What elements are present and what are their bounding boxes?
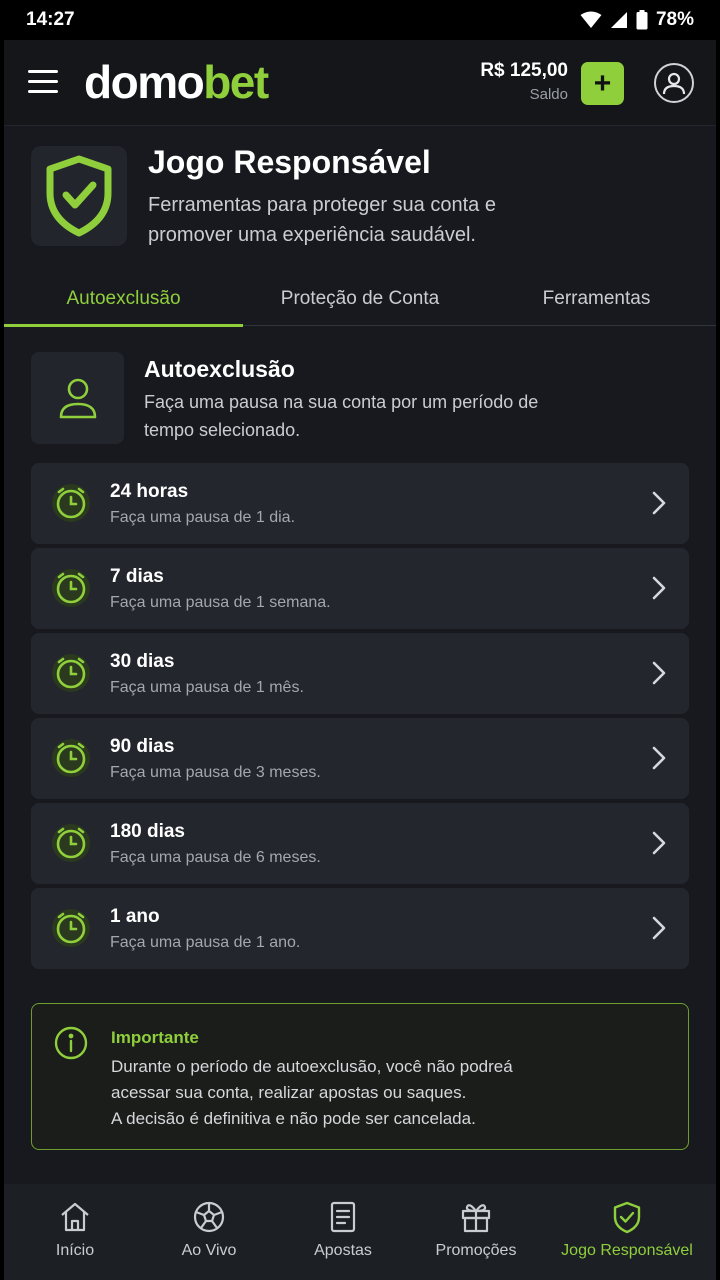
notice-title: Importante [111,1028,199,1047]
soccer-ball-icon [193,1201,225,1233]
balance-label: Saldo [529,86,568,103]
tab-label: Autoexclusão [66,288,181,309]
chevron-right-icon [652,916,666,940]
exclusion-options-list: 24 horas Faça uma pausa de 1 dia. 7 dias… [31,463,689,973]
wifi-icon [580,11,602,28]
info-icon [54,1026,88,1060]
chevron-right-icon [652,491,666,515]
tab-label: Proteção de Conta [280,288,440,309]
option-description: Faça uma pausa de 1 dia. [110,509,296,526]
timer-icon [52,909,90,947]
notice-line: Durante o período de autoexclusão, você … [111,1057,513,1076]
timer-icon [52,824,90,862]
timer-icon [52,654,90,692]
self-exclusion-badge [31,352,124,444]
nav-promocoes[interactable]: Promoções [414,1184,538,1280]
chevron-right-icon [652,746,666,770]
app-header: domobet R$ 125,00 Saldo + [4,40,716,126]
page-title: Jogo Responsável [148,144,431,180]
battery-icon [636,10,648,30]
tab-autoexclusao[interactable]: Autoexclusão [4,272,243,327]
option-description: Faça uma pausa de 1 mês. [110,679,304,696]
option-description: Faça uma pausa de 3 meses. [110,764,321,781]
notice-line: acessar sua conta, realizar apostas ou s… [111,1083,467,1102]
nav-label: Início [55,1242,95,1259]
bottom-navigation: Início Ao Vivo Apostas Promoções Jogo Re… [4,1184,716,1280]
home-icon [61,1202,89,1232]
option-title: 90 dias [110,736,175,757]
option-description: Faça uma pausa de 1 ano. [110,934,301,951]
timer-icon [52,569,90,607]
betslip-icon [330,1201,356,1233]
section-subtitle: Faça uma pausa na sua conta por um perío… [144,392,539,440]
tab-protecao-de-conta[interactable]: Proteção de Conta [243,272,477,326]
chevron-right-icon [652,831,666,855]
option-180-dias[interactable]: 180 dias Faça uma pausa de 6 meses. [31,803,689,884]
option-title: 30 dias [110,651,175,672]
user-icon [662,72,686,95]
section-title: Autoexclusão [144,356,295,382]
plus-icon: + [593,66,612,100]
balance-amount: R$ 125,00 [480,60,568,81]
option-title: 1 ano [110,906,160,927]
menu-button[interactable] [28,70,58,94]
timer-icon [52,484,90,522]
option-30-dias[interactable]: 30 dias Faça uma pausa de 1 mês. [31,633,689,714]
logo-text-bet: bet [203,56,269,108]
option-90-dias[interactable]: 90 dias Faça uma pausa de 3 meses. [31,718,689,799]
nav-label: Ao Vivo [181,1242,237,1259]
menu-icon-bar [28,90,58,93]
menu-icon-bar [28,70,58,73]
user-icon [59,378,96,419]
option-title: 24 horas [110,481,189,502]
shield-check-icon [613,1201,641,1234]
logo-text-domo: domo [84,56,205,108]
nav-label: Apostas [314,1242,372,1259]
status-bar: 14:27 78% [0,0,720,40]
app-screen: domobet R$ 125,00 Saldo + Jogo Responsáv… [4,40,716,1280]
nav-label: Jogo Responsável [561,1242,693,1259]
tab-ferramentas[interactable]: Ferramentas [477,272,716,326]
battery-level: 78% [655,9,694,30]
deposit-button[interactable]: + [581,62,624,105]
signal-icon [610,12,627,28]
page-subtitle: Ferramentas para proteger sua conta e pr… [148,194,496,246]
nav-label: Promoções [435,1242,517,1259]
option-title: 7 dias [110,566,164,587]
option-7-dias[interactable]: 7 dias Faça uma pausa de 1 semana. [31,548,689,629]
option-description: Faça uma pausa de 6 meses. [110,849,321,866]
profile-button[interactable] [654,63,694,103]
responsible-gaming-badge [31,146,127,246]
nav-jogo-responsavel[interactable]: Jogo Responsável [538,1184,716,1280]
chevron-right-icon [652,576,666,600]
nav-inicio[interactable]: Início [4,1184,146,1280]
option-description: Faça uma pausa de 1 semana. [110,594,331,611]
option-title: 180 dias [110,821,185,842]
shield-check-icon [46,155,112,237]
notice-line: A decisão é definitiva e não pode ser ca… [111,1109,476,1128]
status-time: 14:27 [26,9,75,30]
brand-logo[interactable]: domobet [84,54,269,110]
tab-bar: Autoexclusão Proteção de Conta Ferrament… [4,272,716,327]
balance-display: R$ 125,00 Saldo [480,60,568,103]
timer-icon [52,739,90,777]
menu-icon-bar [28,80,58,83]
important-notice: Importante Durante o período de autoexcl… [31,1003,689,1150]
nav-apostas[interactable]: Apostas [272,1184,414,1280]
chevron-right-icon [652,661,666,685]
tab-label: Ferramentas [542,288,651,309]
status-icons: 78% [580,9,694,31]
option-1-ano[interactable]: 1 ano Faça uma pausa de 1 ano. [31,888,689,969]
option-24-horas[interactable]: 24 horas Faça uma pausa de 1 dia. [31,463,689,544]
notice-text: Durante o período de autoexclusão, você … [111,1054,651,1132]
gift-icon [461,1204,491,1233]
nav-ao-vivo[interactable]: Ao Vivo [146,1184,272,1280]
